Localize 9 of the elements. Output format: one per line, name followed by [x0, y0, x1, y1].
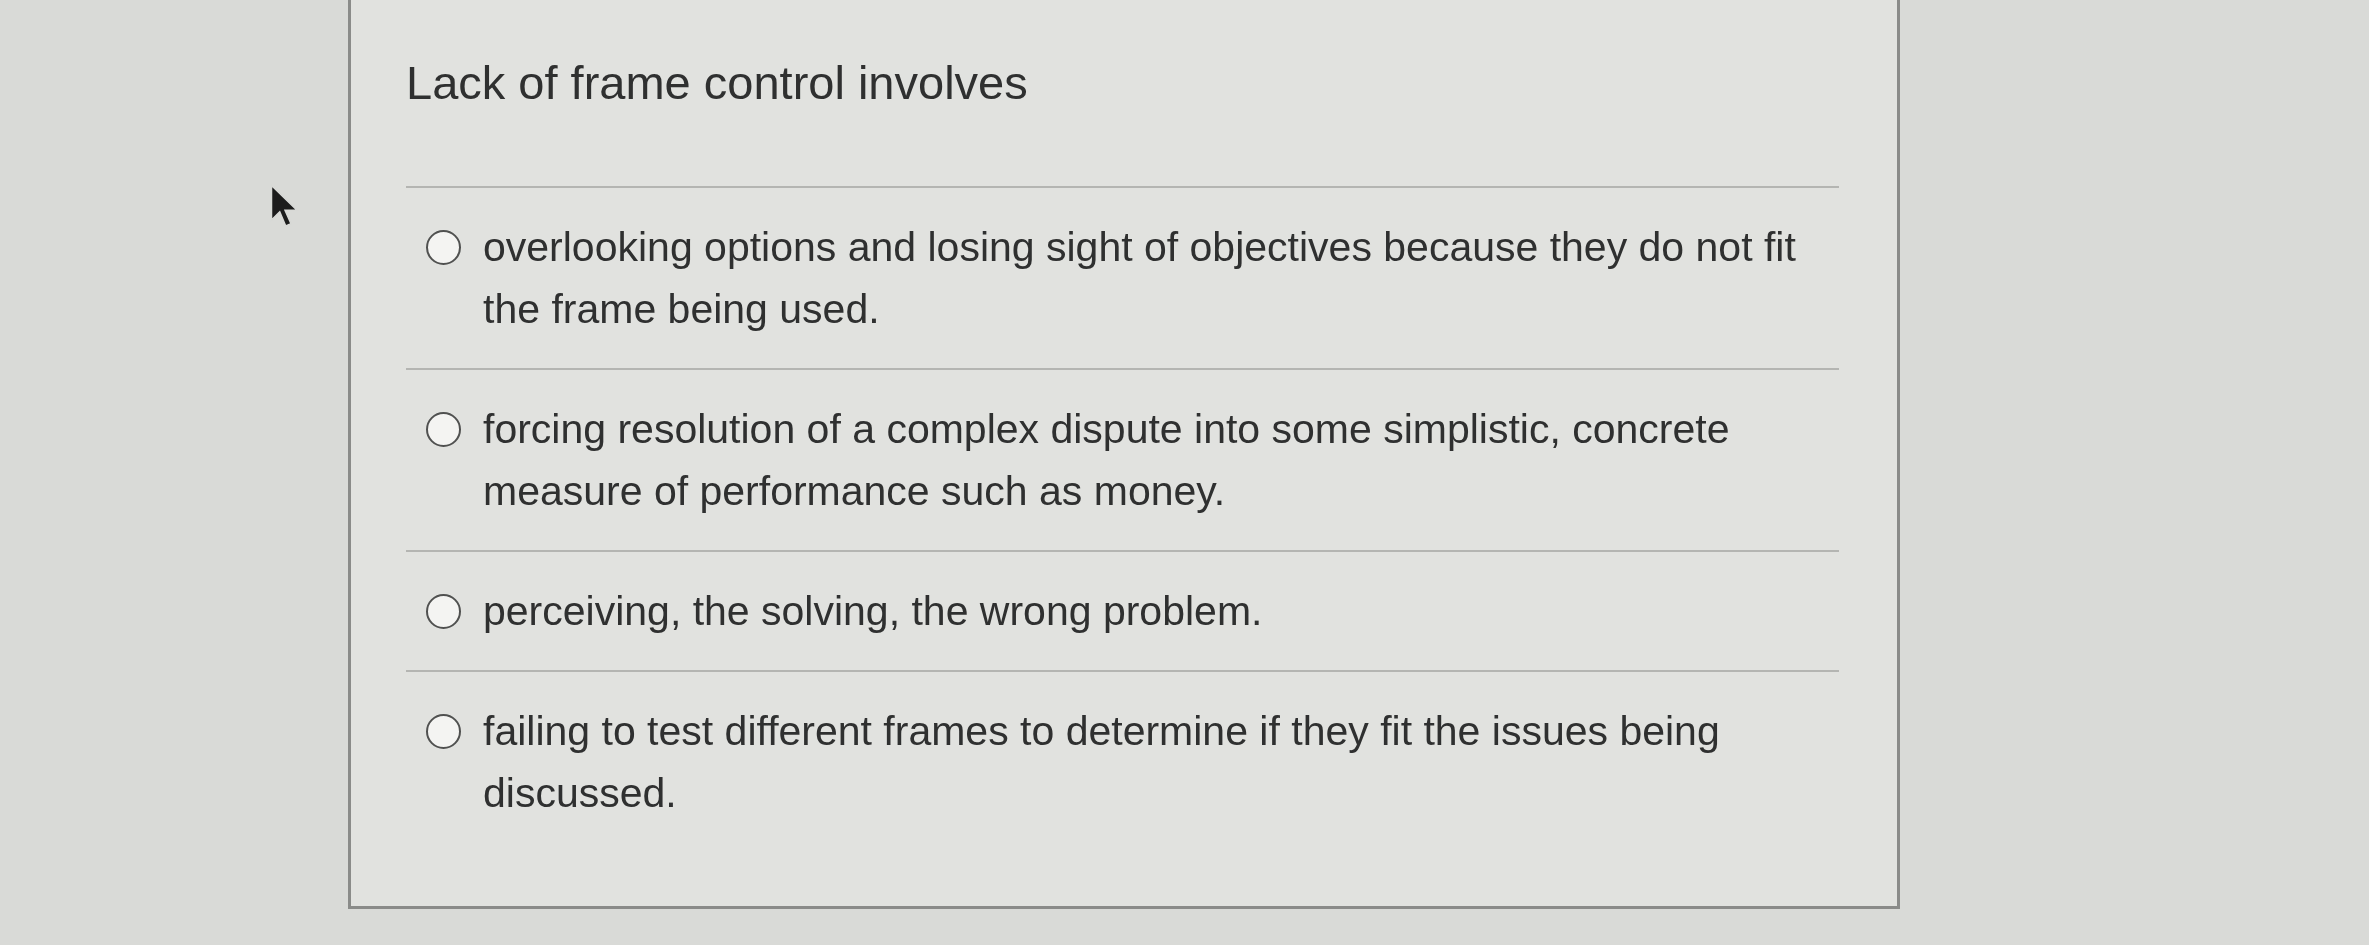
radio-button[interactable] — [426, 412, 461, 447]
radio-button[interactable] — [426, 714, 461, 749]
radio-button[interactable] — [426, 230, 461, 265]
option-label[interactable]: forcing resolution of a complex dispute into some simplistic, concrete measure of performance such as money. — [483, 398, 1838, 522]
option-label[interactable]: failing to test different frames to determine if they fit the issues being discussed. — [483, 700, 1838, 824]
question-text: Lack of frame control involves — [406, 55, 1029, 111]
radio-button[interactable] — [426, 594, 461, 629]
option-label[interactable]: perceiving, the solving, the wrong problem. — [483, 580, 1263, 642]
option-label[interactable]: overlooking options and losing sight of objectives because they do not fit the frame being used. — [483, 216, 1838, 340]
